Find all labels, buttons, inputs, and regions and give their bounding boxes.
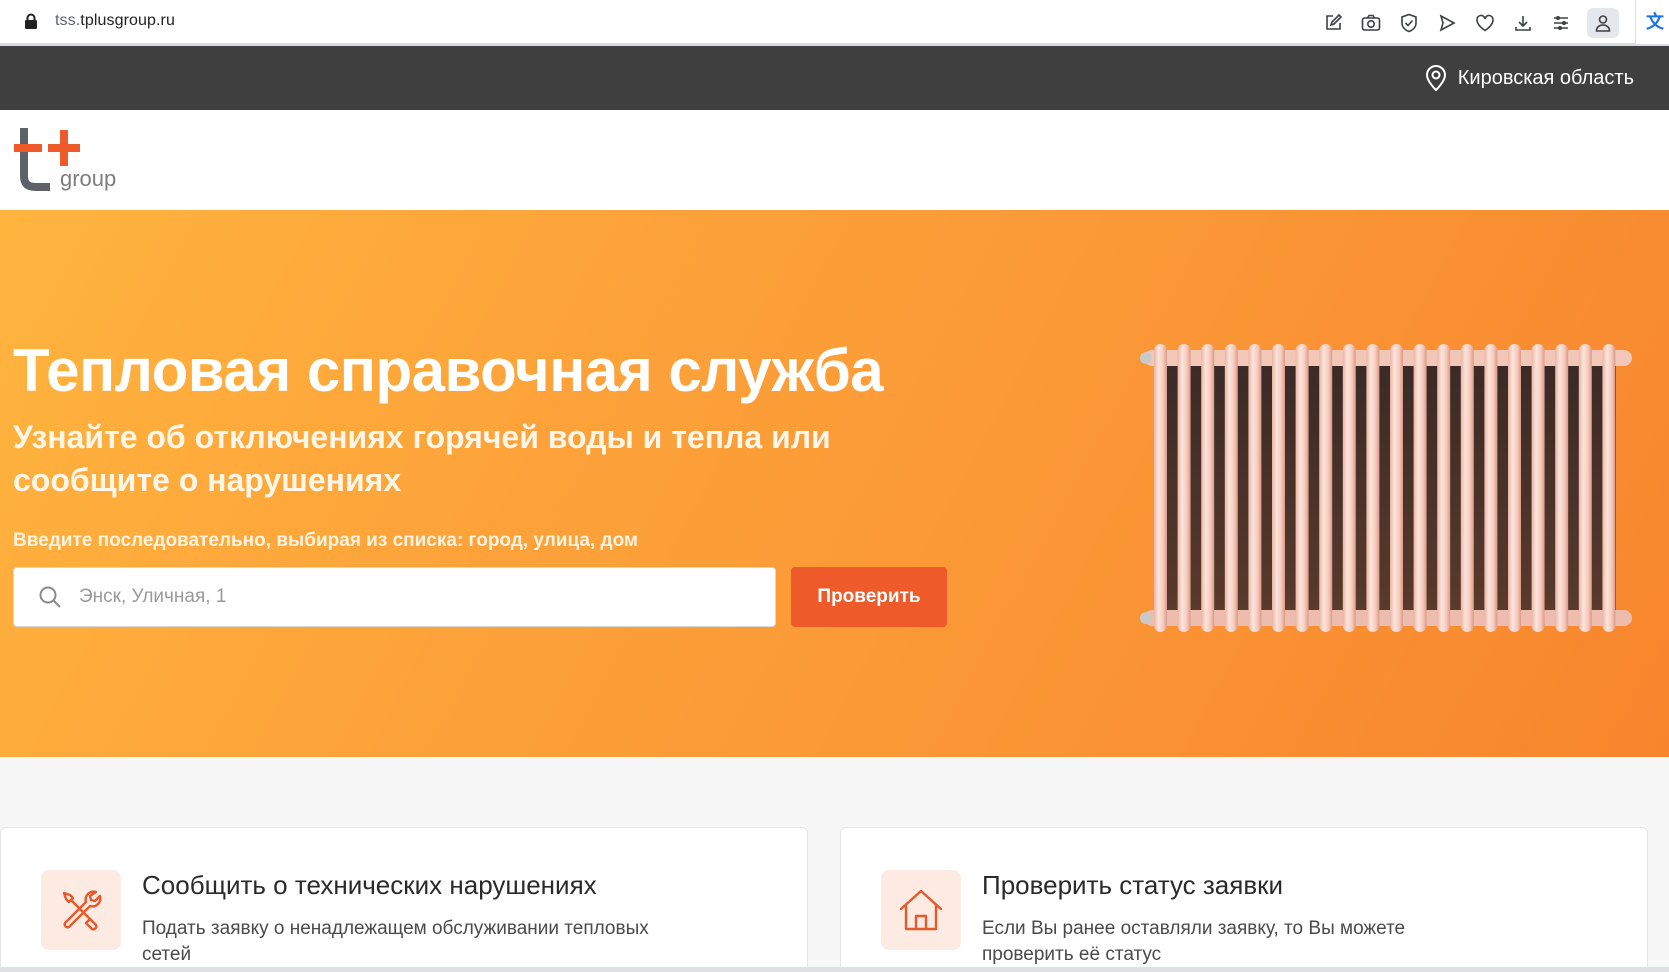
translate-extension-button[interactable]: 文 — [1635, 0, 1669, 44]
radiator-fin — [1531, 344, 1545, 632]
address-url[interactable]: tss.tplusgroup.ru — [55, 12, 175, 30]
radiator-fin — [1390, 344, 1403, 632]
location-pin-icon — [1425, 65, 1446, 92]
hero-section: Тепловая справочная служба Узнайте об от… — [0, 210, 1669, 757]
radiator-fin — [1177, 344, 1191, 632]
camera-icon[interactable] — [1359, 11, 1383, 35]
card-description: Подать заявку о ненадлежащем обслуживани… — [142, 918, 649, 965]
radiator-fin — [1555, 344, 1569, 632]
page-title: Тепловая справочная служба — [13, 337, 884, 404]
address-search-box — [13, 567, 776, 627]
edit-icon[interactable] — [1321, 11, 1345, 35]
lock-icon — [25, 13, 37, 29]
address-search-input[interactable] — [79, 568, 759, 626]
search-icon — [39, 586, 61, 608]
radiator-cap — [1140, 352, 1152, 364]
radiator-fin — [1460, 344, 1474, 632]
report-violation-card[interactable]: Сообщить о технических нарушениях Подать… — [0, 827, 808, 972]
radiator-fin — [1508, 344, 1521, 632]
radiator-fin — [1248, 344, 1262, 632]
radiator-illustration — [1140, 344, 1632, 632]
check-button[interactable]: Проверить — [791, 567, 947, 627]
house-icon-badge — [881, 870, 961, 950]
shield-check-icon[interactable] — [1397, 11, 1421, 35]
translate-icon: 文 — [1646, 12, 1664, 32]
radiator-fin — [1366, 344, 1380, 632]
region-label: Кировская область — [1457, 66, 1634, 89]
tools-icon — [62, 890, 102, 931]
search-hint: Введите последовательно, выбирая из спис… — [13, 530, 638, 551]
radiator-fin — [1272, 344, 1285, 632]
radiator-fin — [1224, 344, 1238, 632]
site-header: group — [0, 110, 1669, 210]
tools-icon-badge — [41, 870, 121, 950]
check-status-card[interactable]: Проверить статус заявки Если Вы ранее ос… — [840, 827, 1648, 972]
radiator-fin — [1602, 344, 1616, 632]
region-selector[interactable]: Кировская область — [1424, 64, 1634, 92]
browser-address-bar: tss.tplusgroup.ru 文 — [0, 0, 1669, 46]
page-bottom-edge — [0, 967, 1669, 972]
region-bar: Кировская область — [0, 46, 1669, 110]
radiator-fin — [1154, 344, 1167, 632]
radiator-fin — [1295, 344, 1309, 632]
radiator-cap — [1140, 612, 1152, 624]
radiator-fin — [1578, 344, 1592, 632]
card-title: Сообщить о технических нарушениях — [142, 870, 597, 900]
download-icon[interactable] — [1511, 11, 1535, 35]
radiator-fin — [1437, 344, 1451, 632]
card-description: Если Вы ранее оставляли заявку, то Вы мо… — [982, 918, 1406, 965]
url-host-prefix: tss. — [55, 12, 81, 29]
hero-subtitle: Узнайте об отключениях горячей воды и те… — [13, 419, 831, 498]
radiator-fin — [1413, 344, 1427, 632]
logo-text: group — [60, 166, 117, 191]
heart-icon[interactable] — [1473, 11, 1497, 35]
url-host-main: tplusgroup.ru — [80, 12, 175, 29]
browser-toolbar — [1321, 8, 1619, 38]
radiator-fin — [1342, 344, 1356, 632]
profile-icon[interactable] — [1587, 8, 1619, 38]
send-icon[interactable] — [1435, 11, 1459, 35]
radiator-fin — [1319, 344, 1333, 632]
radiator-fin — [1201, 344, 1215, 632]
radiator-fin — [1484, 344, 1498, 632]
card-title: Проверить статус заявки — [982, 870, 1284, 900]
menu-lines-icon[interactable] — [1549, 11, 1573, 35]
house-icon — [899, 889, 943, 931]
